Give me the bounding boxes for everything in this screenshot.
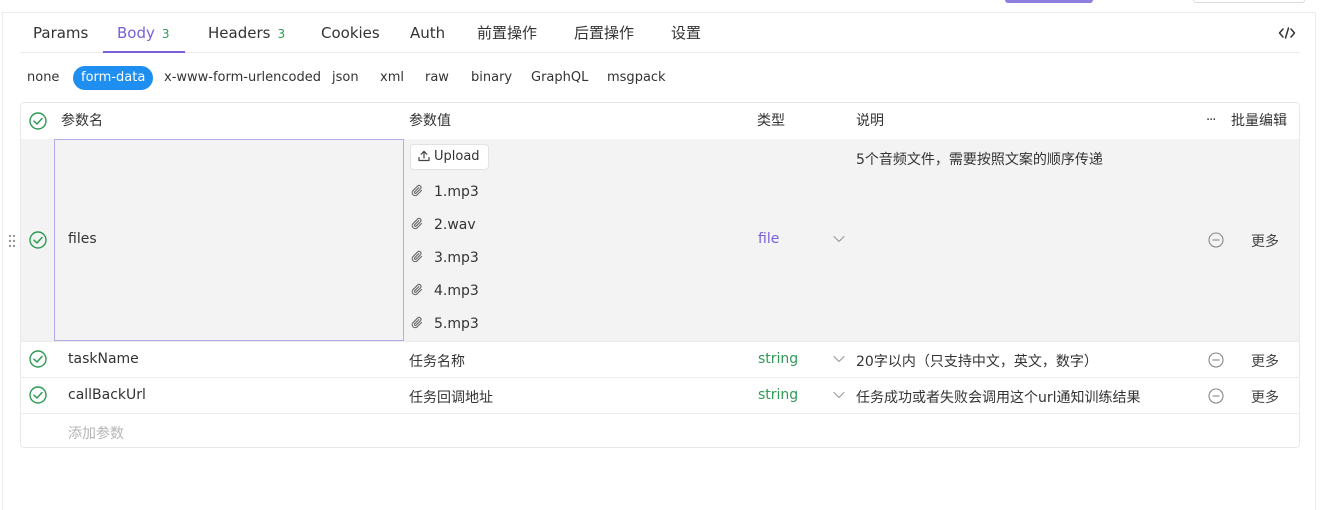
param-type-select[interactable]: string: [758, 387, 798, 403]
top-primary-button[interactable]: [1005, 0, 1093, 3]
header-type: 类型: [757, 113, 785, 129]
table-row: files Upload 1.mp3 2.wav 3.mp3 4.mp3 5.m…: [8, 139, 1299, 341]
paperclip-icon: [411, 250, 423, 263]
code-icon[interactable]: [1278, 25, 1296, 41]
paperclip-icon: [411, 316, 423, 329]
tab-post-actions[interactable]: 后置操作: [574, 13, 634, 53]
file-item[interactable]: 4.mp3: [411, 281, 479, 301]
file-item[interactable]: 3.mp3: [411, 248, 479, 268]
param-name[interactable]: callBackUrl: [68, 387, 146, 403]
param-value[interactable]: 任务回调地址: [409, 387, 493, 407]
chevron-down-icon[interactable]: [833, 355, 845, 363]
upload-icon: [418, 150, 430, 162]
remove-row-icon[interactable]: [1208, 232, 1224, 248]
param-description[interactable]: 20字以内（只支持中文，英文，数字）: [856, 351, 1098, 371]
table-header: 参数名 参数值 类型 说明 ··· 批量编辑: [21, 103, 1299, 139]
request-tabs: Params Body 3 Headers 3 Cookies Auth 前置操作 …: [20, 13, 1300, 53]
active-tab-indicator: [103, 51, 185, 53]
tab-headers[interactable]: Headers 3: [208, 13, 285, 53]
remove-row-icon[interactable]: [1208, 352, 1224, 368]
paperclip-icon: [411, 283, 423, 296]
more-button[interactable]: 更多: [1251, 387, 1279, 407]
params-table: 参数名 参数值 类型 说明 ··· 批量编辑 files Upload 1.mp…: [8, 102, 1300, 449]
table-row: callBackUrl 任务回调地址 string 任务成功或者失败会调用这个u…: [21, 377, 1299, 413]
body-type-msgpack[interactable]: msgpack: [607, 66, 666, 90]
tab-headers-badge: 3: [277, 27, 286, 41]
drag-handle-icon[interactable]: [8, 234, 16, 248]
chevron-down-icon[interactable]: [833, 391, 845, 399]
body-type-json[interactable]: json: [332, 66, 359, 90]
header-description: 说明: [856, 113, 884, 129]
table-row: taskName 任务名称 string 20字以内（只支持中文，英文，数字） …: [21, 341, 1299, 377]
more-button[interactable]: 更多: [1251, 231, 1279, 251]
body-type-raw[interactable]: raw: [425, 66, 449, 90]
param-type-select[interactable]: string: [758, 351, 798, 367]
paperclip-icon: [411, 217, 423, 230]
row-enabled-check-icon[interactable]: [29, 350, 47, 368]
add-param-input[interactable]: 添加参数: [68, 423, 124, 443]
param-name[interactable]: taskName: [68, 351, 139, 367]
more-button[interactable]: 更多: [1251, 351, 1279, 371]
row-enabled-check-icon[interactable]: [29, 231, 47, 249]
upload-button[interactable]: Upload: [410, 144, 489, 170]
tab-body-badge: 3: [161, 27, 170, 41]
tab-cookies[interactable]: Cookies: [321, 13, 380, 53]
param-description[interactable]: 5个音频文件，需要按照文案的顺序传递: [856, 149, 1103, 169]
chevron-down-icon[interactable]: [833, 235, 845, 243]
tab-settings[interactable]: 设置: [671, 13, 701, 53]
bulk-edit-button[interactable]: 批量编辑: [1231, 103, 1287, 139]
param-type-select[interactable]: file: [758, 231, 779, 247]
param-description[interactable]: 任务成功或者失败会调用这个url通知训练结果: [856, 387, 1141, 407]
header-name: 参数名: [61, 113, 103, 129]
body-type-x-www-form-urlencoded[interactable]: x-www-form-urlencoded: [164, 66, 321, 90]
body-type-selector: none form-data x-www-form-urlencoded jso…: [20, 66, 720, 90]
body-type-graphql[interactable]: GraphQL: [531, 66, 588, 90]
param-name: files: [68, 231, 97, 247]
select-all-check-icon[interactable]: [29, 112, 47, 130]
row-enabled-check-icon[interactable]: [29, 386, 47, 404]
body-type-none[interactable]: none: [27, 66, 59, 90]
header-value: 参数值: [409, 113, 451, 129]
tab-params[interactable]: Params: [33, 13, 88, 53]
top-secondary-button[interactable]: [1193, 0, 1305, 3]
body-type-xml[interactable]: xml: [380, 66, 404, 90]
file-item[interactable]: 2.wav: [411, 215, 476, 235]
paperclip-icon: [411, 184, 423, 197]
tab-auth[interactable]: Auth: [410, 13, 445, 53]
file-item[interactable]: 5.mp3: [411, 314, 479, 334]
remove-row-icon[interactable]: [1208, 388, 1224, 404]
tab-body[interactable]: Body 3: [117, 13, 170, 53]
add-param-row: 添加参数: [21, 413, 1299, 449]
header-more-options-icon[interactable]: ···: [1206, 103, 1216, 139]
body-type-binary[interactable]: binary: [471, 66, 512, 90]
tab-pre-actions[interactable]: 前置操作: [477, 13, 537, 53]
body-type-form-data[interactable]: form-data: [73, 66, 154, 90]
param-value[interactable]: 任务名称: [409, 351, 465, 371]
param-name-input[interactable]: [54, 139, 404, 341]
file-item[interactable]: 1.mp3: [411, 182, 479, 202]
